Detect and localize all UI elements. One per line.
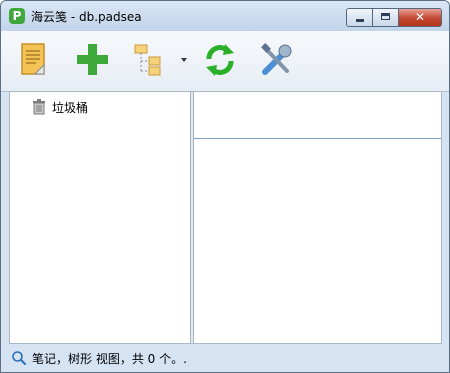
add-button[interactable] <box>73 41 113 79</box>
status-bar: 笔记，树形 视图，共 0 个。. <box>1 345 449 372</box>
refresh-icon <box>206 44 234 76</box>
status-text: 笔记，树形 视图，共 0 个。. <box>32 352 187 366</box>
plus-icon <box>77 44 108 75</box>
tools-icon <box>261 43 292 75</box>
note-list-pane[interactable] <box>194 92 441 139</box>
tree-item-label: 垃圾桶 <box>52 100 89 115</box>
content-area: 垃圾桶 <box>9 91 442 344</box>
toolbar <box>1 31 449 92</box>
trash-icon <box>33 99 45 115</box>
settings-button[interactable] <box>257 41 297 79</box>
minimize-button[interactable] <box>347 9 373 26</box>
app-window: P 海云笺 - db.padsea ✕ 垃圾桶 笔记，树形 视图，共 0 个。. <box>0 0 450 373</box>
maximize-button[interactable] <box>373 9 399 26</box>
tree-folder-icon <box>134 44 161 76</box>
tree-item-trash[interactable]: 垃圾桶 <box>32 98 88 116</box>
tree-view-button[interactable] <box>131 41 191 79</box>
window-title: 海云笺 - db.padsea <box>31 10 142 24</box>
close-button[interactable]: ✕ <box>399 9 441 26</box>
tree-pane[interactable]: 垃圾桶 <box>10 92 191 343</box>
search-icon <box>12 351 26 365</box>
window-controls: ✕ <box>346 8 442 27</box>
new-note-button[interactable] <box>15 41 55 79</box>
refresh-button[interactable] <box>201 41 241 79</box>
app-logo-icon[interactable]: P <box>9 8 25 24</box>
title-bar[interactable]: P 海云笺 - db.padsea ✕ <box>1 1 449 31</box>
note-icon <box>21 43 45 75</box>
note-content-pane[interactable] <box>194 139 441 343</box>
chevron-down-icon[interactable] <box>179 56 189 64</box>
